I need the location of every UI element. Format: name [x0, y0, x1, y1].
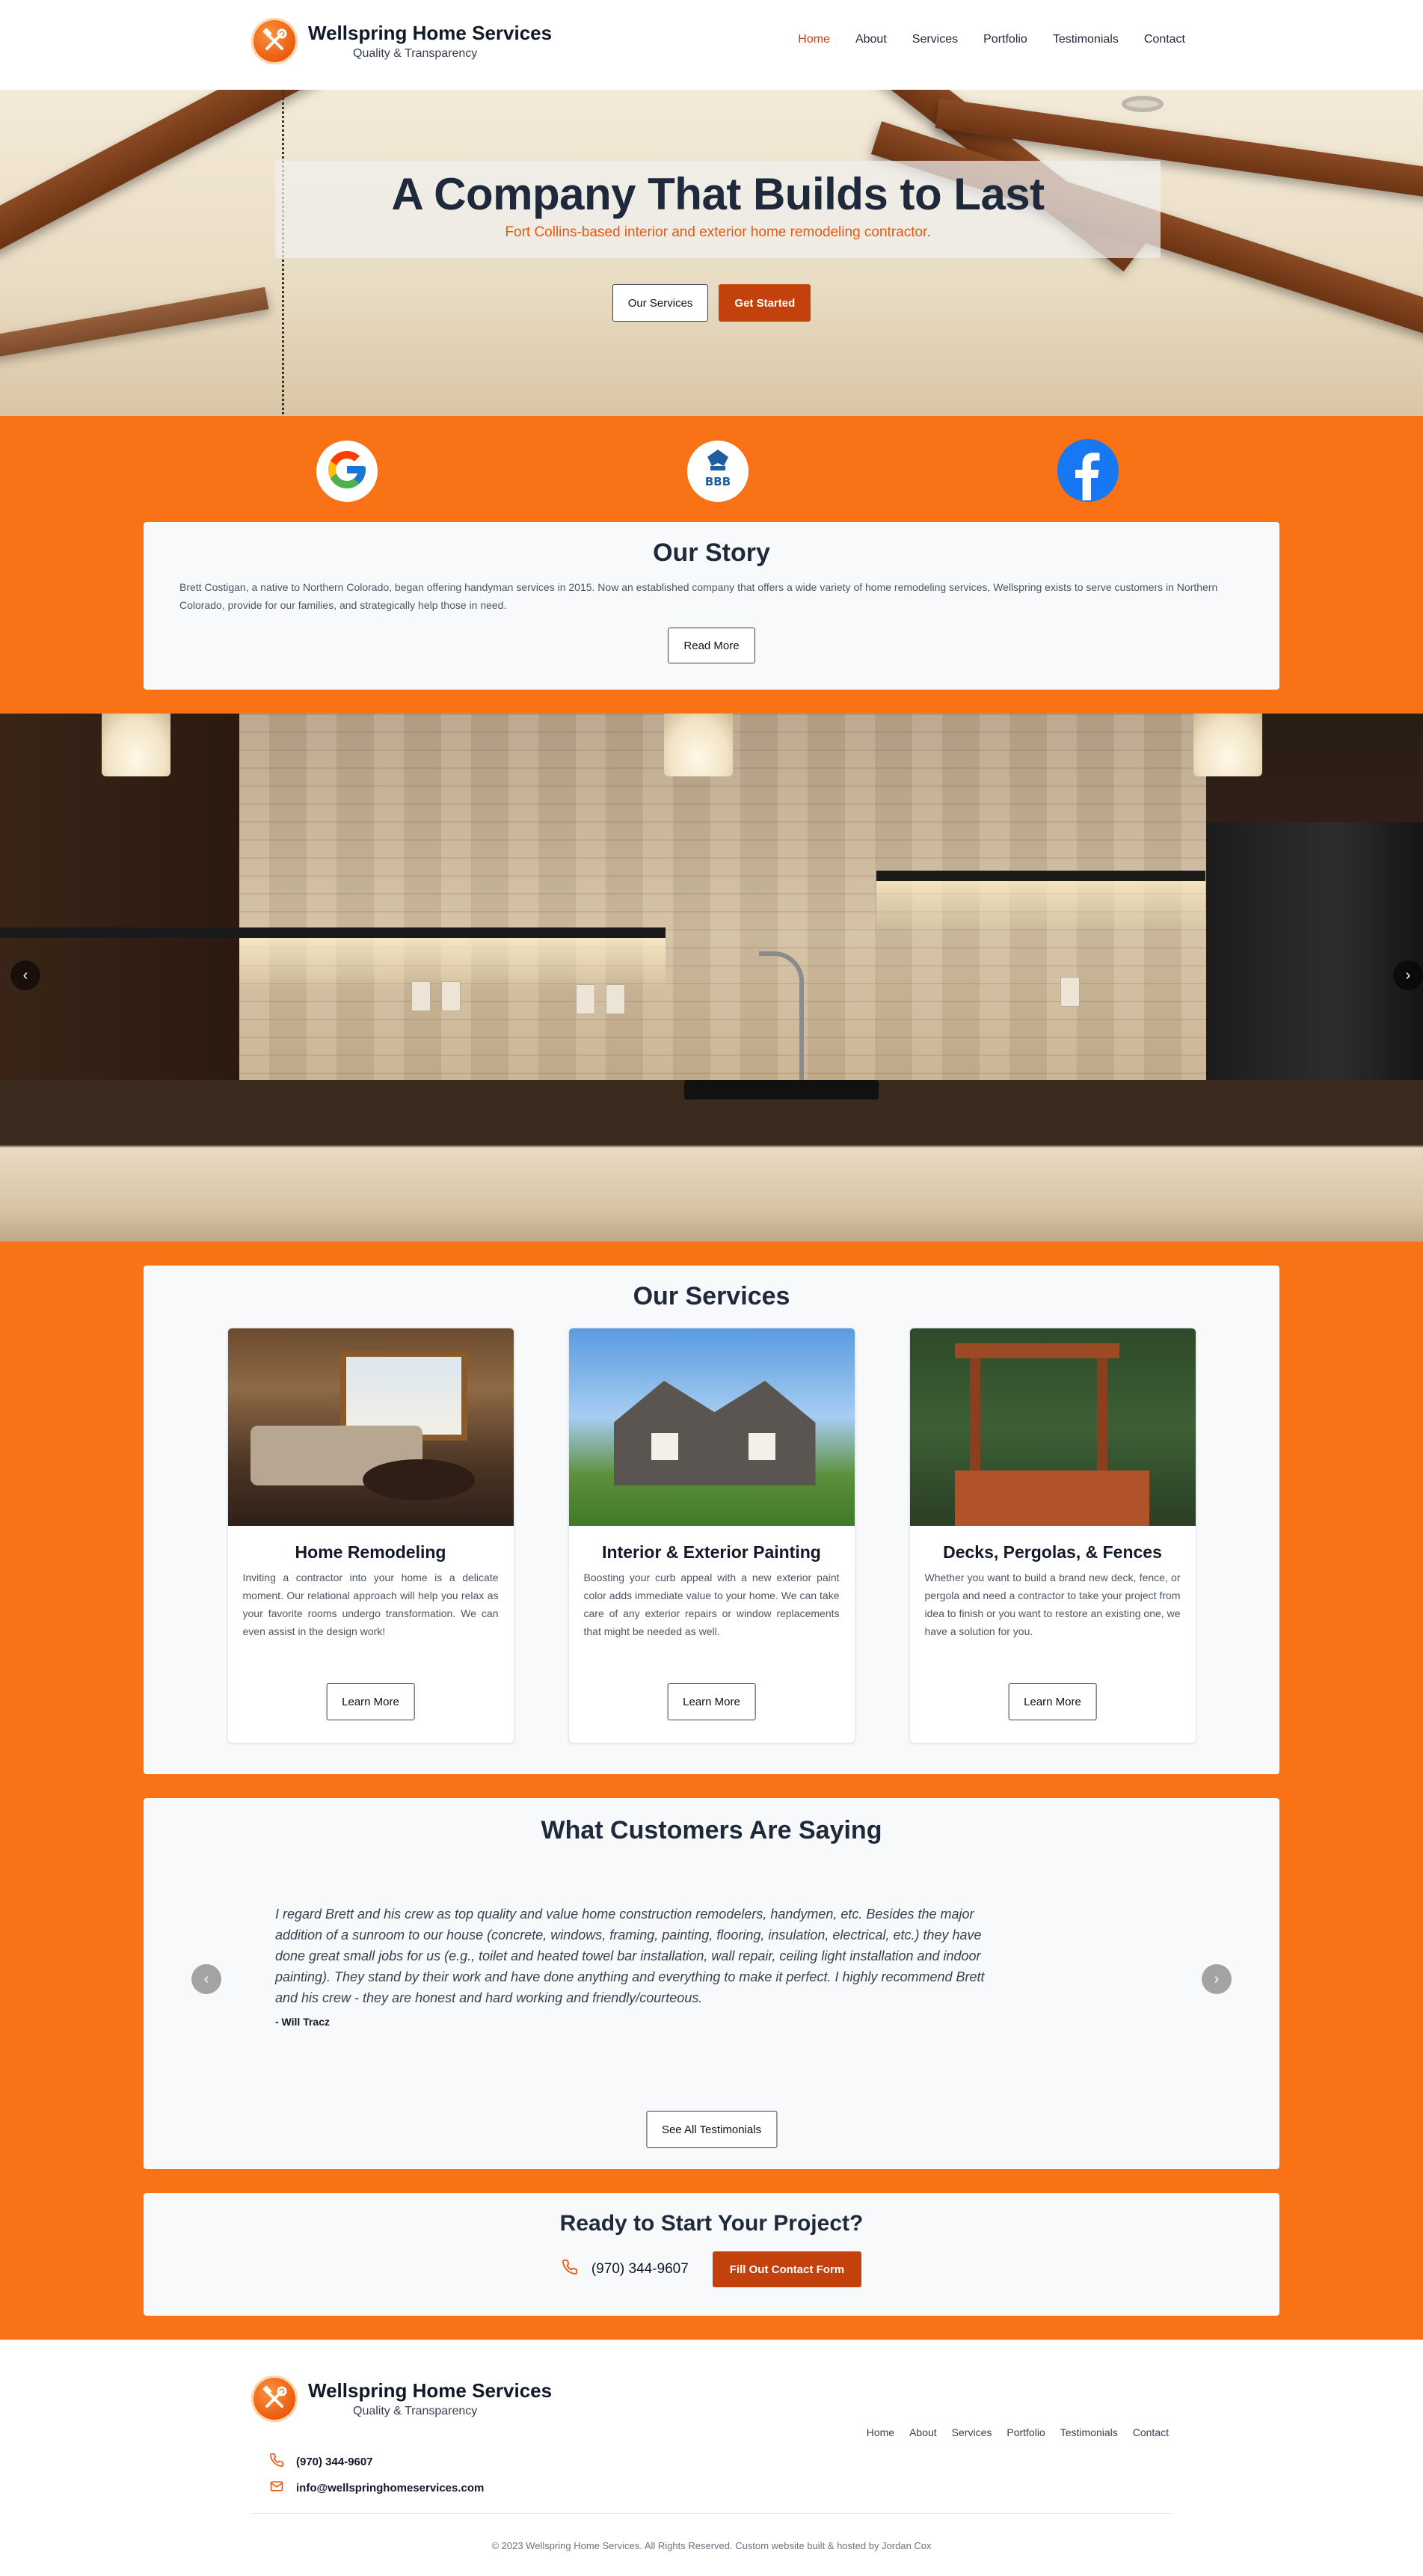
footer-nav: Home About Services Portfolio Testimonia… — [867, 2426, 1169, 2438]
carousel-next-button[interactable]: › — [1393, 960, 1423, 990]
footer-email-link[interactable]: info@wellspringhomeservices.com — [269, 2479, 484, 2497]
brand-logo[interactable]: Wellspring Home Services Quality & Trans… — [251, 18, 552, 64]
read-more-button[interactable]: Read More — [668, 628, 755, 663]
hammer-wrench-logo-icon — [251, 2376, 298, 2422]
service-desc: Inviting a contractor into your home is … — [242, 1571, 499, 1637]
hero-buttons: Our Services Get Started — [0, 284, 1423, 322]
footer-brand-name: Wellspring Home Services — [308, 2379, 553, 2402]
footer-phone-text: (970) 344-9607 — [296, 2455, 373, 2468]
main-nav: Home About Services Portfolio Testimonia… — [798, 33, 1185, 46]
bbb-link[interactable]: BBB — [687, 441, 749, 502]
get-started-button[interactable]: Get Started — [719, 284, 811, 322]
nav-home[interactable]: Home — [798, 33, 830, 46]
our-story-title: Our Story — [653, 539, 770, 567]
brand-tagline: Quality & Transparency — [353, 47, 478, 60]
footer-nav-about[interactable]: About — [909, 2426, 937, 2438]
learn-more-remodeling-button[interactable]: Learn More — [326, 1683, 415, 1720]
chevron-right-icon: › — [1405, 966, 1411, 984]
chevron-left-icon: ‹ — [203, 1970, 209, 1987]
footer-nav-home[interactable]: Home — [867, 2426, 894, 2438]
our-story-card: Our Story Brett Costigan, a native to No… — [144, 522, 1279, 690]
brand-name: Wellspring Home Services — [308, 22, 553, 44]
testimonials-title: What Customers Are Saying — [541, 1816, 882, 1844]
house-exterior-photo — [568, 1328, 855, 1526]
orange-content-area: BBB Our Story Brett Costigan, a native t… — [0, 416, 1423, 2340]
footer-email-text: info@wellspringhomeservices.com — [296, 2481, 485, 2494]
google-icon — [325, 447, 369, 496]
footer-brand-logo[interactable]: Wellspring Home Services Quality & Trans… — [251, 2376, 552, 2422]
testimonials-card: What Customers Are Saying ‹ I regard Bre… — [144, 1798, 1279, 2169]
our-services-button[interactable]: Our Services — [612, 284, 709, 322]
facebook-icon — [1057, 438, 1119, 504]
testimonial-quote: I regard Brett and his crew as top quali… — [275, 1907, 985, 2005]
service-title: Interior & Exterior Painting — [602, 1542, 821, 1562]
service-desc: Whether you want to build a brand new de… — [924, 1571, 1181, 1637]
footer-divider — [251, 2513, 1172, 2514]
cta-card: Ready to Start Your Project? (970) 344-9… — [144, 2193, 1279, 2316]
see-all-testimonials-button[interactable]: See All Testimonials — [645, 2111, 778, 2148]
facebook-link[interactable] — [1057, 438, 1119, 504]
service-card-painting: Interior & Exterior Painting Boosting yo… — [568, 1328, 855, 1744]
hero-title: A Company That Builds to Last — [391, 169, 1045, 219]
cta-phone-number: (970) 344-9607 — [591, 2261, 689, 2277]
our-services-card: Our Services Home Remodeling Inviting a … — [144, 1266, 1279, 1774]
hero-subtitle: Fort Collins-based interior and exterior… — [505, 224, 931, 240]
services-list: Home Remodeling Inviting a contractor in… — [144, 1328, 1279, 1744]
testimonial-next-button[interactable]: › — [1202, 1964, 1232, 1994]
footer-brand-tagline: Quality & Transparency — [353, 2405, 478, 2417]
svg-text:BBB: BBB — [705, 475, 731, 488]
email-icon — [269, 2479, 284, 2497]
chevron-left-icon: ‹ — [22, 966, 28, 984]
cta-title: Ready to Start Your Project? — [559, 2211, 864, 2236]
nav-testimonials[interactable]: Testimonials — [1053, 33, 1119, 46]
living-room-photo — [227, 1328, 514, 1526]
nav-about[interactable]: About — [855, 33, 887, 46]
site-footer: Wellspring Home Services Quality & Trans… — [0, 2340, 1423, 2576]
our-story-text: Brett Costigan, a native to Northern Col… — [179, 581, 1218, 611]
service-card-remodeling: Home Remodeling Inviting a contractor in… — [227, 1328, 514, 1744]
footer-nav-services[interactable]: Services — [952, 2426, 992, 2438]
carousel-prev-button[interactable]: ‹ — [10, 960, 40, 990]
social-links: BBB — [0, 416, 1423, 522]
service-card-decks: Decks, Pergolas, & Fences Whether you wa… — [909, 1328, 1196, 1744]
footer-nav-contact[interactable]: Contact — [1133, 2426, 1169, 2438]
service-title: Decks, Pergolas, & Fences — [943, 1542, 1162, 1562]
hero-section: A Company That Builds to Last Fort Colli… — [0, 90, 1423, 416]
copyright-text: © 2023 Wellspring Home Services. All Rig… — [491, 2540, 932, 2551]
learn-more-painting-button[interactable]: Learn More — [667, 1683, 756, 1720]
learn-more-decks-button[interactable]: Learn More — [1008, 1683, 1097, 1720]
chevron-right-icon: › — [1214, 1970, 1220, 1987]
nav-contact[interactable]: Contact — [1144, 33, 1185, 46]
service-desc: Boosting your curb appeal with a new ext… — [583, 1571, 840, 1637]
service-title: Home Remodeling — [295, 1542, 446, 1562]
google-reviews-link[interactable] — [316, 441, 378, 502]
portfolio-carousel: ‹ › — [0, 714, 1423, 1242]
hammer-wrench-logo-icon — [251, 18, 298, 64]
testimonial-prev-button[interactable]: ‹ — [191, 1964, 221, 1994]
footer-nav-portfolio[interactable]: Portfolio — [1006, 2426, 1045, 2438]
phone-icon — [269, 2453, 284, 2471]
phone-icon — [562, 2259, 578, 2280]
hero-panel: A Company That Builds to Last Fort Colli… — [275, 161, 1161, 258]
contact-form-button[interactable]: Fill Out Contact Form — [712, 2251, 862, 2287]
our-services-title: Our Services — [633, 1282, 790, 1310]
nav-portfolio[interactable]: Portfolio — [983, 33, 1027, 46]
footer-phone-link[interactable]: (970) 344-9607 — [269, 2453, 373, 2471]
bbb-icon: BBB — [698, 447, 737, 497]
pergola-deck-photo — [909, 1328, 1196, 1526]
cta-phone-link[interactable]: (970) 344-9607 — [562, 2259, 689, 2280]
footer-nav-testimonials[interactable]: Testimonials — [1060, 2426, 1118, 2438]
testimonial-author: - Will Tracz — [275, 2016, 331, 2028]
site-header: Wellspring Home Services Quality & Trans… — [0, 0, 1423, 90]
nav-services[interactable]: Services — [912, 33, 958, 46]
